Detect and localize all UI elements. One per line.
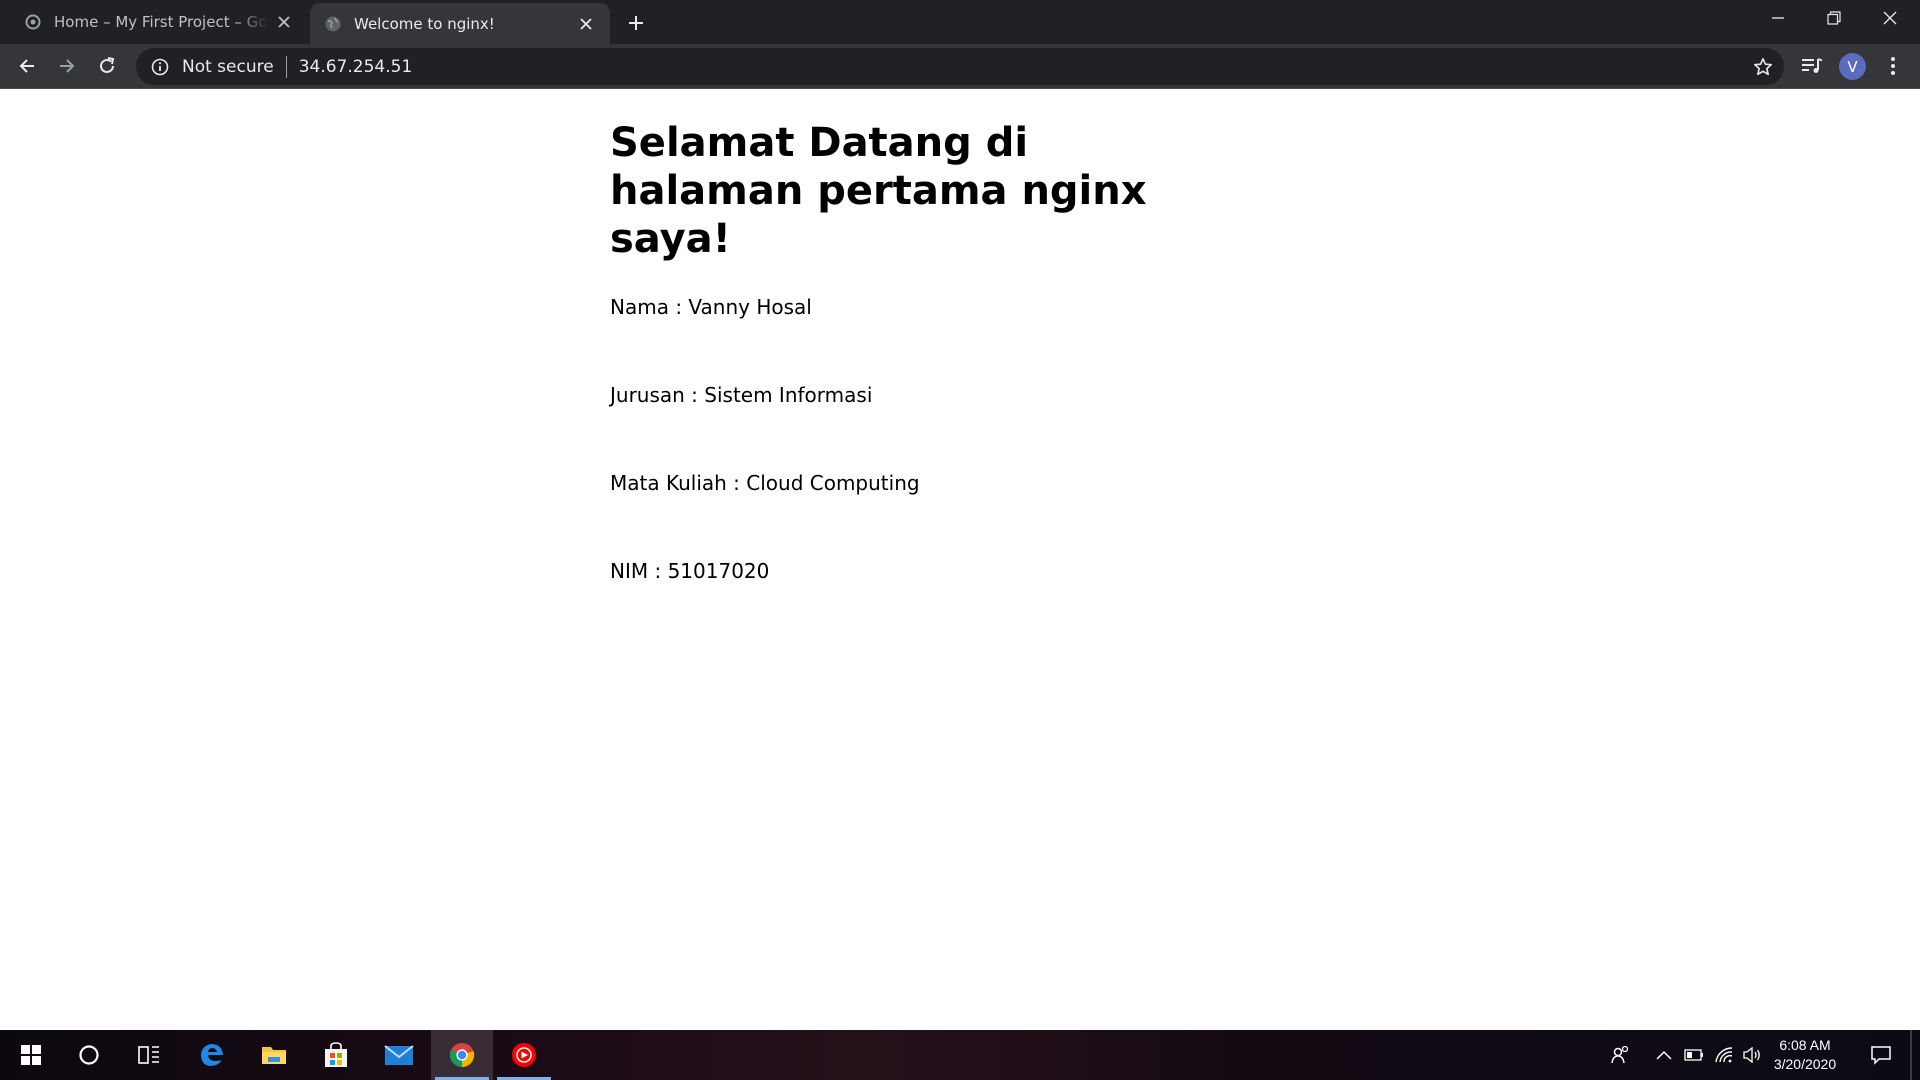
- mail-icon: [384, 1045, 414, 1065]
- menu-kebab-icon[interactable]: [1878, 51, 1908, 81]
- minimize-icon: [1772, 17, 1784, 19]
- start-button[interactable]: [0, 1030, 62, 1080]
- tab-gcp-home[interactable]: Home – My First Project – Google Cloud P…: [10, 0, 308, 44]
- tab-title: Welcome to nginx!: [354, 14, 495, 33]
- cortana-search-icon: [79, 1045, 99, 1065]
- web-page: Selamat Datang di halaman pertama nginx …: [0, 89, 1920, 1030]
- youtube-music-button[interactable]: [493, 1030, 555, 1080]
- microsoft-store-button[interactable]: [305, 1030, 367, 1080]
- browser-toolbar: Not secure 34.67.254.51 V: [0, 44, 1920, 89]
- youtube-music-icon: [512, 1043, 536, 1067]
- microsoft-store-icon: [325, 1042, 347, 1067]
- close-tab-icon[interactable]: [274, 12, 294, 32]
- wifi-icon: [1715, 1047, 1733, 1063]
- media-controls-icon[interactable]: [1797, 51, 1827, 81]
- close-window-button[interactable]: [1862, 0, 1918, 36]
- reload-icon: [100, 57, 115, 73]
- edge-icon: [201, 1044, 223, 1066]
- info-line-nim: NIM : 51017020: [610, 559, 770, 583]
- info-line-name: Nama : Vanny Hosal: [610, 295, 812, 319]
- chevron-up-icon: [1656, 1050, 1672, 1060]
- edge-button[interactable]: [181, 1030, 243, 1080]
- close-tab-icon[interactable]: [576, 14, 596, 34]
- file-explorer-button[interactable]: [243, 1030, 305, 1080]
- task-view-icon: [138, 1046, 159, 1064]
- gcp-icon: [24, 13, 42, 31]
- forward-button[interactable]: [51, 50, 83, 82]
- forward-arrow-icon: [60, 59, 75, 73]
- mail-button[interactable]: [368, 1030, 430, 1080]
- back-arrow-icon: [19, 59, 34, 73]
- back-button[interactable]: [11, 50, 43, 82]
- battery-button[interactable]: [1682, 1030, 1706, 1080]
- clock-date: 3/20/2020: [1773, 1056, 1837, 1072]
- show-desktop-button[interactable]: [1910, 1030, 1912, 1080]
- info-icon[interactable]: [150, 57, 170, 77]
- show-hidden-icons-button[interactable]: [1652, 1030, 1676, 1080]
- address-bar[interactable]: Not secure 34.67.254.51: [136, 48, 1784, 85]
- tab-strip: Home – My First Project – Google Cloud P…: [0, 0, 1920, 44]
- cortana-search-button[interactable]: [58, 1030, 120, 1080]
- info-line-major: Jurusan : Sistem Informasi: [610, 383, 873, 407]
- people-button[interactable]: [1606, 1030, 1636, 1080]
- globe-icon: [324, 15, 342, 33]
- task-view-button[interactable]: [118, 1030, 180, 1080]
- battery-icon: [1684, 1049, 1703, 1061]
- taskbar-clock[interactable]: 6:08 AM 3/20/2020: [1760, 1036, 1850, 1074]
- page-heading: Selamat Datang di halaman pertama nginx …: [610, 120, 1147, 262]
- windows-start-icon: [21, 1045, 41, 1065]
- new-tab-button[interactable]: [622, 9, 650, 37]
- profile-avatar[interactable]: V: [1839, 53, 1866, 80]
- people-icon: [1611, 1045, 1629, 1064]
- chrome-button[interactable]: [431, 1030, 493, 1080]
- taskbar: 6:08 AM 3/20/2020: [0, 1030, 1920, 1080]
- page-content: Selamat Datang di halaman pertama nginx …: [610, 119, 1230, 645]
- restore-button[interactable]: [1806, 0, 1862, 36]
- tab-nginx-welcome[interactable]: Welcome to nginx!: [310, 3, 610, 44]
- minimize-button[interactable]: [1750, 0, 1806, 36]
- volume-icon: [1743, 1047, 1760, 1063]
- clock-time: 6:08 AM: [1779, 1037, 1831, 1053]
- file-explorer-icon: [262, 1047, 286, 1064]
- wifi-button[interactable]: [1712, 1030, 1736, 1080]
- chrome-icon: [449, 1043, 475, 1068]
- url-text[interactable]: 34.67.254.51: [299, 57, 413, 77]
- action-center-button[interactable]: [1864, 1030, 1898, 1080]
- plus-icon: [629, 16, 643, 30]
- restore-icon: [1827, 11, 1841, 25]
- bookmark-star-icon[interactable]: [1752, 56, 1774, 78]
- reload-button[interactable]: [91, 50, 123, 82]
- close-icon: [1883, 11, 1897, 25]
- security-label[interactable]: Not secure: [182, 57, 274, 77]
- tab-title: Home – My First Project – Google Cloud P…: [54, 13, 268, 31]
- address-separator: [285, 55, 287, 78]
- notification-icon: [1871, 1046, 1891, 1065]
- info-line-course: Mata Kuliah : Cloud Computing: [610, 471, 920, 495]
